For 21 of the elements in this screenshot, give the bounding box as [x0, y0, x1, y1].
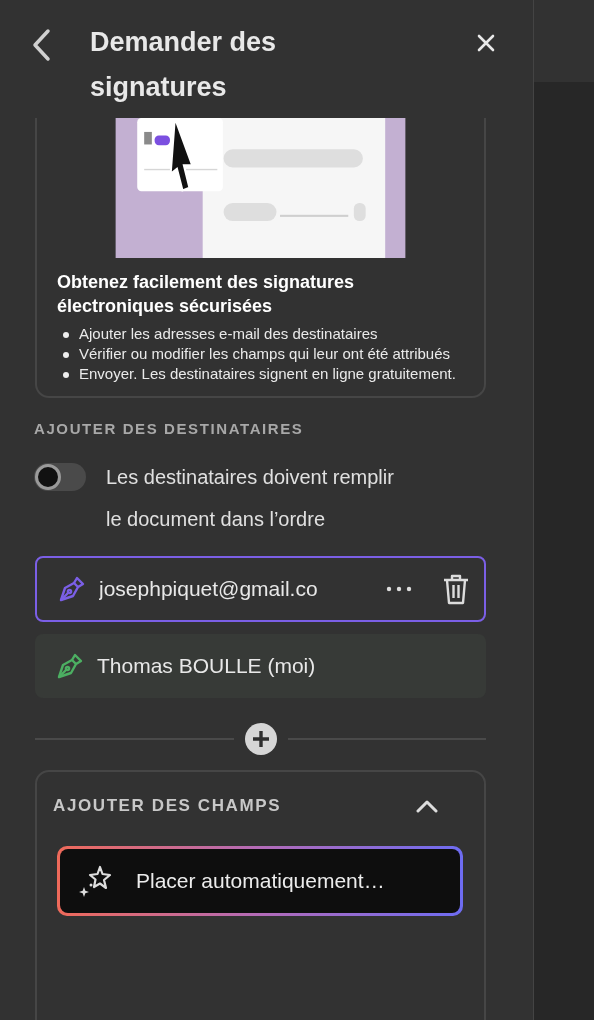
panel-title: Demander des signatures: [90, 26, 278, 104]
more-icon[interactable]: [386, 586, 412, 592]
email-field[interactable]: josephpiquet@gmail.co: [99, 577, 379, 601]
trash-icon[interactable]: [442, 573, 470, 605]
intro-title: Obtenez facilement des signatures électroniques sécurisées: [57, 271, 356, 318]
order-toggle[interactable]: [34, 463, 86, 491]
intro-text: Envoyer. Les destinataires signent en ligne gratuitement.: [79, 364, 456, 384]
bullet-icon: [63, 332, 69, 338]
recipient-name: Thomas BOULLE (moi): [97, 654, 316, 678]
section-heading: AJOUTER DES DESTINATAIRES: [34, 420, 304, 437]
close-icon[interactable]: [477, 34, 495, 52]
sparkle-icon: [78, 865, 114, 897]
section-heading: AJOUTER DES CHAMPS: [53, 796, 282, 816]
bullet-icon: [63, 352, 69, 358]
add-icon[interactable]: [243, 722, 278, 756]
toggle-label: Les destinataires doivent remplir le document dans l’ordre: [106, 465, 395, 532]
intro-text: Ajouter les adresses e-mail des destinataires: [79, 324, 378, 344]
chevron-up-icon[interactable]: [416, 799, 438, 813]
auto-place-button[interactable]: Placer automatiquement…: [57, 846, 463, 916]
intro-text: Vérifier ou modifier les champs qui leur ont été attribués: [79, 344, 450, 364]
bullet-icon: [63, 372, 69, 378]
